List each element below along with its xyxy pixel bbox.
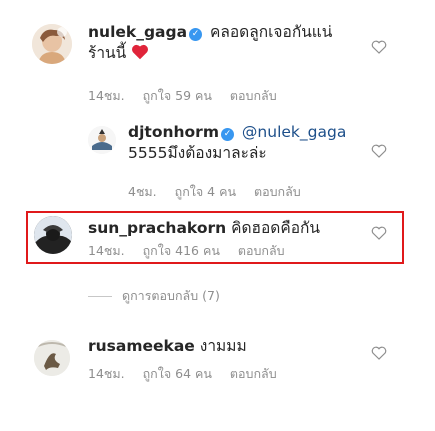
heart-outline-icon[interactable]	[370, 224, 388, 242]
divider-line	[88, 295, 112, 297]
likes-count[interactable]: ถูกใจ 64 คน	[143, 366, 212, 381]
heart-outline-icon[interactable]	[370, 344, 388, 362]
view-replies-button[interactable]: ดูการตอบกลับ (7)	[88, 286, 220, 306]
comment-text: คลอดลูกเจอกันแน่	[210, 23, 333, 41]
comment-meta: 14ชม. ถูกใจ 416 คน ตอบกลับ	[88, 241, 299, 261]
comment-text: งามมม	[199, 337, 247, 355]
reply-button[interactable]: ตอบกลับ	[230, 88, 277, 103]
mention-link[interactable]: @nulek_gaga	[242, 123, 346, 141]
username[interactable]: nulek_gaga	[88, 23, 187, 41]
reply-button[interactable]: ตอบกลับ	[254, 184, 301, 199]
timestamp: 14ชม.	[88, 243, 125, 258]
reply-button[interactable]: ตอบกลับ	[238, 243, 285, 258]
likes-count[interactable]: ถูกใจ 416 คน	[143, 243, 220, 258]
avatar[interactable]	[34, 340, 70, 376]
view-replies-label: ดูการตอบกลับ (7)	[122, 288, 220, 303]
likes-count[interactable]: ถูกใจ 4 คน	[175, 184, 236, 199]
timestamp: 14ชม.	[88, 88, 125, 103]
comment-text: 5555มึงต้องมาละล่ะ	[128, 144, 267, 162]
red-heart-icon	[132, 44, 149, 60]
username[interactable]: sun_prachakorn	[88, 219, 226, 237]
heart-outline-icon[interactable]	[370, 142, 388, 160]
verified-badge-icon: ✓	[220, 128, 234, 141]
comment-text-line2: ร้านนี้	[88, 44, 127, 62]
avatar[interactable]	[32, 24, 72, 64]
username[interactable]: djtonhorm	[128, 123, 219, 141]
comment-meta: 14ชม. ถูกใจ 59 คน ตอบกลับ	[88, 86, 291, 106]
reply-button[interactable]: ตอบกลับ	[230, 366, 277, 381]
verified-badge-icon: ✓	[189, 28, 203, 41]
comment-meta: 4ชม. ถูกใจ 4 คน ตอบกลับ	[128, 182, 315, 202]
comment-text: คิดฮอดคือกัน	[231, 219, 321, 237]
avatar[interactable]	[34, 216, 72, 254]
comment-meta: 14ชม. ถูกใจ 64 คน ตอบกลับ	[88, 364, 291, 384]
heart-outline-icon[interactable]	[370, 38, 388, 56]
username[interactable]: rusameekae	[88, 337, 195, 355]
avatar[interactable]	[88, 126, 116, 154]
timestamp: 4ชม.	[128, 184, 157, 199]
likes-count[interactable]: ถูกใจ 59 คน	[143, 88, 212, 103]
timestamp: 14ชม.	[88, 366, 125, 381]
